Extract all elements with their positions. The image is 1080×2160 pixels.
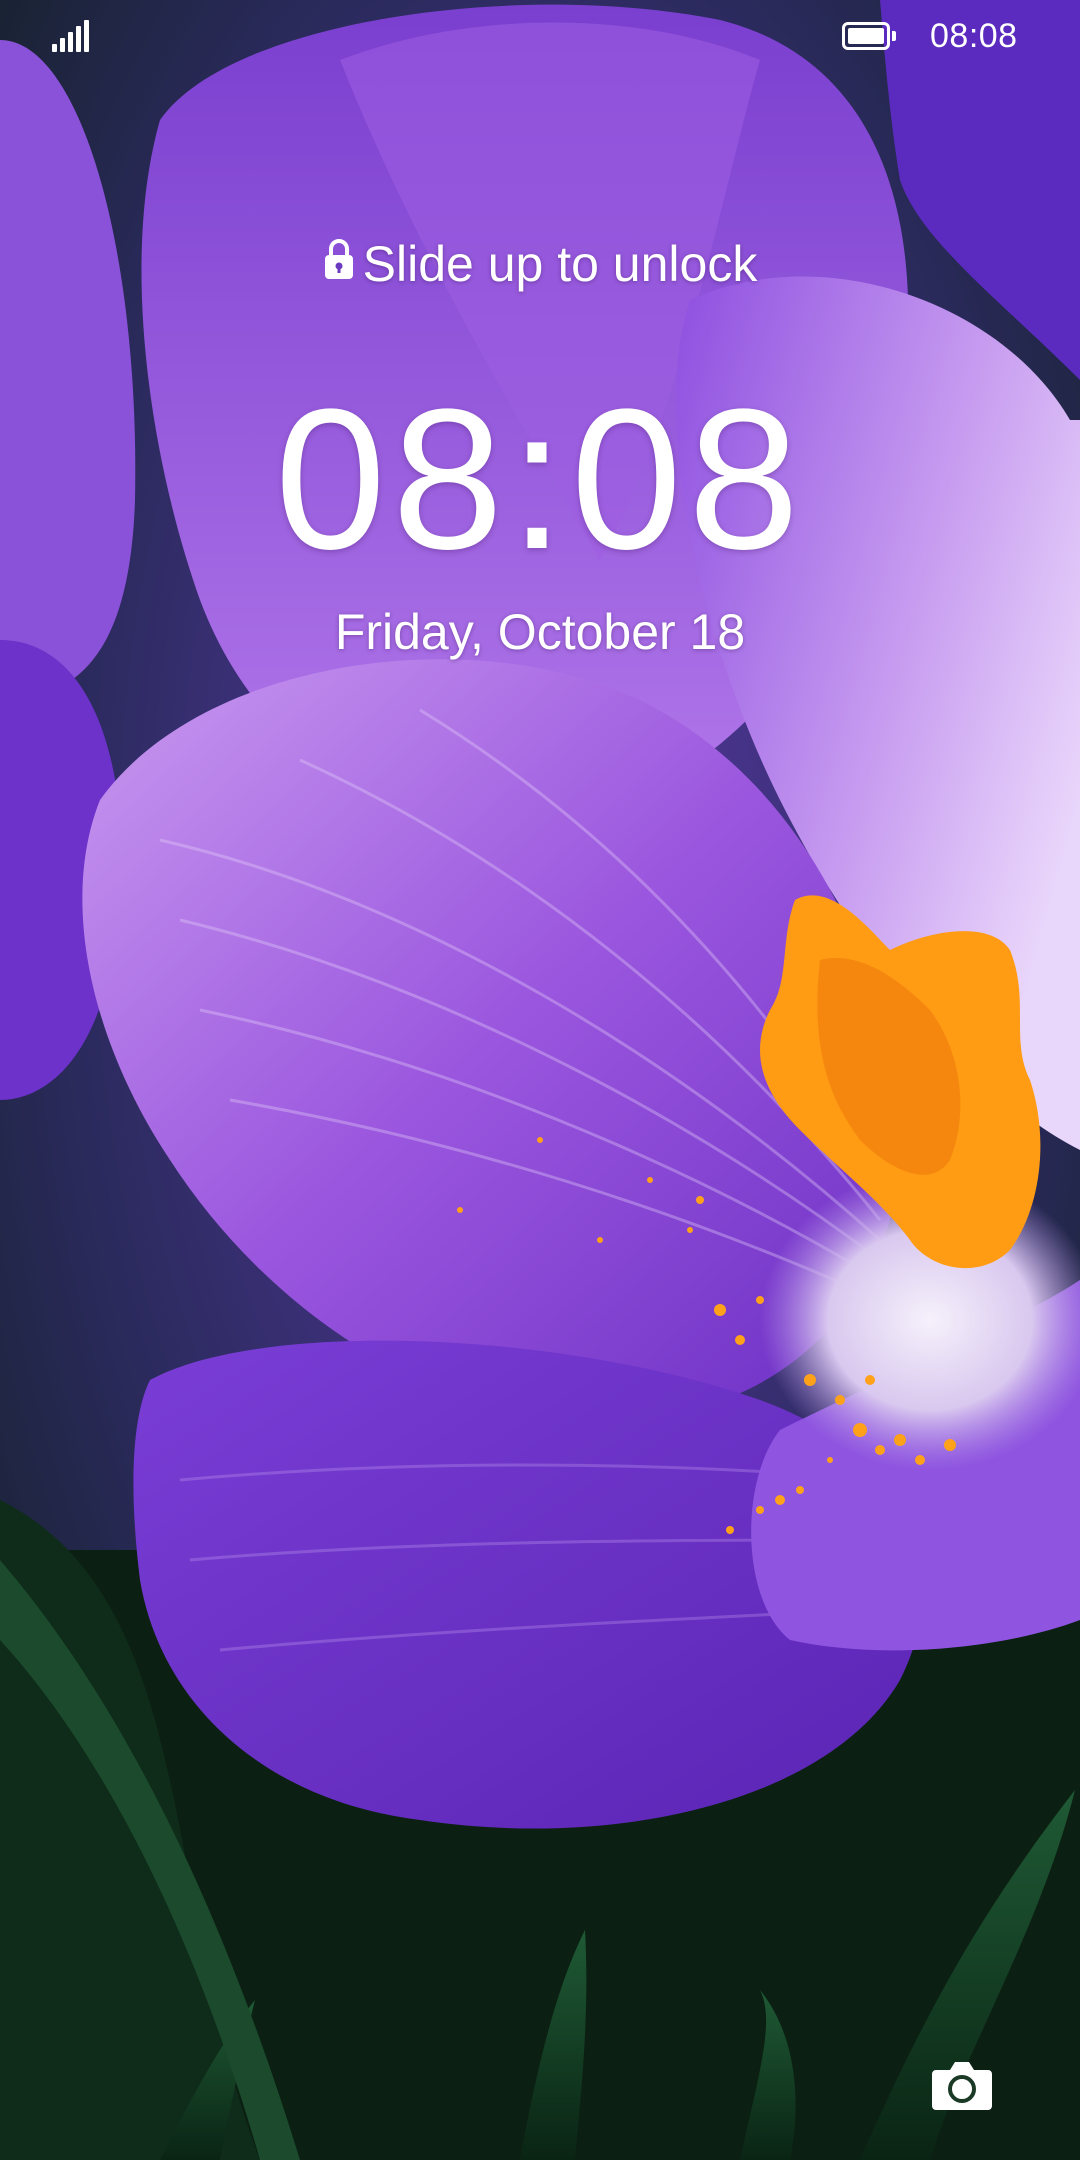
camera-shortcut-button[interactable] xyxy=(930,2058,994,2112)
unlock-hint: Slide up to unlock xyxy=(0,232,1080,300)
signal-strength-icon xyxy=(52,20,92,52)
camera-icon xyxy=(932,2062,992,2110)
wallpaper-image xyxy=(0,0,1080,2160)
lock-screen-date: Friday, October 18 xyxy=(334,604,746,660)
battery-full-icon xyxy=(842,22,898,50)
lock-screen[interactable]: 08:08 Slide up to unlock 08:08 Friday, O… xyxy=(0,0,1080,2160)
unlock-hint-label: Slide up to unlock xyxy=(362,236,758,292)
lock-icon xyxy=(323,232,355,296)
status-bar: 08:08 xyxy=(0,0,1080,72)
lock-screen-clock: 08:08 xyxy=(274,368,806,591)
status-bar-time: 08:08 xyxy=(930,17,1018,55)
